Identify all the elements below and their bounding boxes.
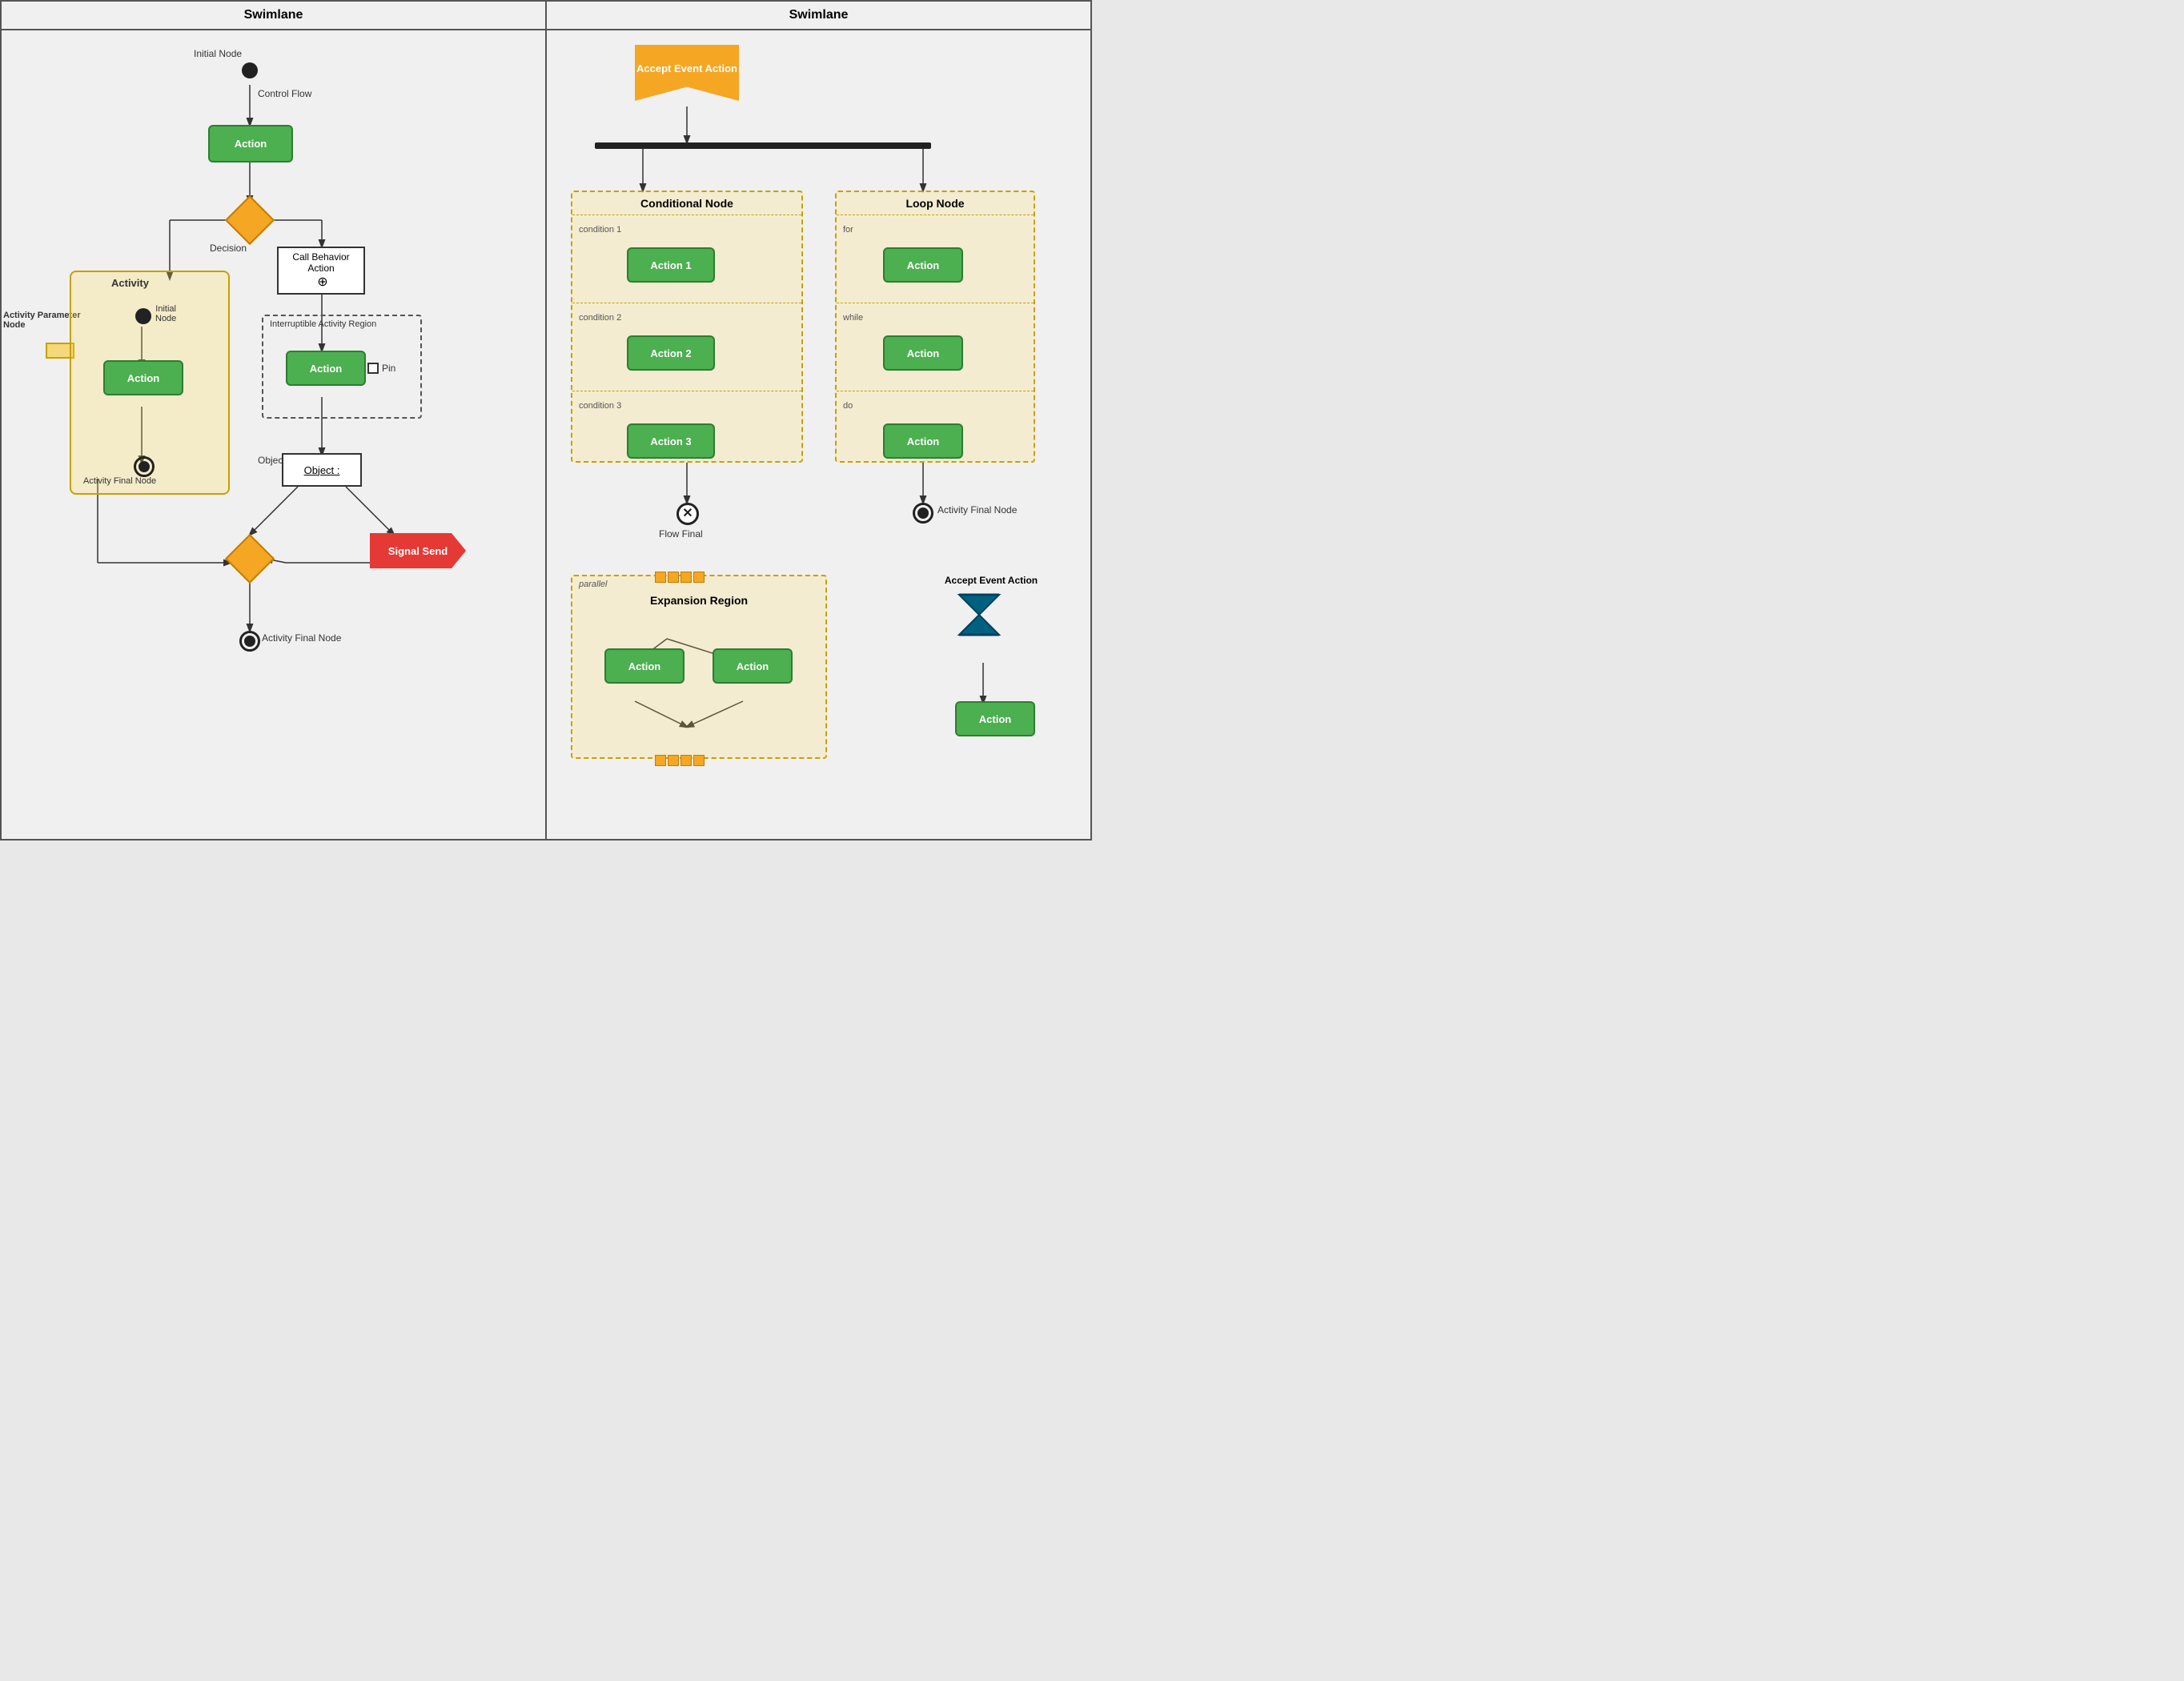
loop-section-while: while Action (837, 303, 1034, 391)
cond-action-3[interactable]: Action 3 (627, 423, 715, 459)
condition-1-label: condition 1 (579, 225, 621, 235)
activity-container: Activity InitialNode Action Activity Fin… (70, 271, 230, 495)
condition-2-label: condition 2 (579, 313, 621, 323)
swimlane-1-header: Swimlane (2, 2, 545, 30)
swimlane-2-header: Swimlane (547, 2, 1090, 30)
loop-section-for: for Action (837, 215, 1034, 303)
hourglass-icon (955, 591, 1003, 639)
while-label: while (843, 313, 863, 323)
activity-final-label-1: Activity Final Node (83, 476, 156, 486)
activity-initial-node (135, 308, 151, 324)
conditional-node: Conditional Node condition 1 Action 1 co… (571, 191, 803, 463)
expansion-pins-bottom (655, 755, 705, 766)
accept-event-action-2-label: Accept Event Action (939, 575, 1043, 586)
merge-diamond (225, 534, 275, 584)
expansion-action-2[interactable]: Action (713, 648, 793, 684)
do-label: do (843, 401, 853, 411)
diagram-container: Swimlane (0, 0, 1092, 840)
object-node[interactable]: Object : (282, 453, 362, 487)
loop-node-header: Loop Node (837, 192, 1034, 215)
pin-label: Pin (382, 363, 395, 374)
initial-node-1 (242, 62, 258, 78)
cond-action-1[interactable]: Action 1 (627, 247, 715, 283)
loop-section-do: do Action (837, 391, 1034, 479)
swimlane-1: Swimlane (2, 2, 547, 839)
for-label: for (843, 225, 853, 235)
activity-final-node-2 (239, 631, 260, 652)
decision-label: Decision (210, 243, 247, 254)
condition-3-label: condition 3 (579, 401, 621, 411)
flow-final-label: Flow Final (659, 528, 703, 540)
loop-action-1[interactable]: Action (883, 247, 963, 283)
activity-action-box[interactable]: Action (103, 360, 183, 395)
expansion-pins-top (655, 572, 705, 583)
swimlane-1-body: Initial Node Control Flow Action Decisio… (2, 30, 545, 832)
control-flow-label: Control Flow (258, 88, 311, 99)
activity-initial-label: InitialNode (155, 304, 176, 323)
pin-box (367, 363, 379, 374)
action-box-1[interactable]: Action (208, 125, 293, 162)
activity-final-node-right (913, 503, 933, 524)
condition-section-3: condition 3 Action 3 (572, 391, 801, 479)
activity-final-node-1 (134, 456, 155, 477)
activity-final-right-label: Activity Final Node (937, 504, 1017, 516)
region-action-box[interactable]: Action (286, 351, 366, 386)
signal-send[interactable]: Signal Send (370, 533, 466, 568)
loop-action-2[interactable]: Action (883, 335, 963, 371)
activity-label: Activity (111, 277, 149, 289)
expansion-action-1[interactable]: Action (604, 648, 685, 684)
interruptible-label: Interruptible Activity Region (270, 319, 376, 329)
expansion-region-label: Expansion Region (572, 594, 825, 607)
initial-node-label-1: Initial Node (194, 48, 242, 59)
decision-diamond (225, 195, 275, 245)
loop-action-3[interactable]: Action (883, 423, 963, 459)
activity-final-label-2: Activity Final Node (262, 632, 341, 644)
expansion-region: parallel Expansion Region Action Action (571, 575, 827, 759)
condition-section-1: condition 1 Action 1 (572, 215, 801, 303)
flow-final-node: ✕ (676, 503, 699, 525)
accept-event-action-1[interactable]: Accept Event Action (635, 45, 739, 101)
cond-action-2[interactable]: Action 2 (627, 335, 715, 371)
condition-section-2: condition 2 Action 2 (572, 303, 801, 391)
conditional-node-header: Conditional Node (572, 192, 801, 215)
loop-node: Loop Node for Action while Action (835, 191, 1035, 463)
call-behavior-action[interactable]: Call Behavior Action ⊕ (277, 247, 365, 295)
accept-event-action-box[interactable]: Action (955, 701, 1035, 736)
swimlane-2-body: Accept Event Action Conditional Node con… (547, 30, 1090, 832)
swimlane-2: Swimlane (547, 2, 1090, 839)
fork-bar (595, 142, 931, 149)
